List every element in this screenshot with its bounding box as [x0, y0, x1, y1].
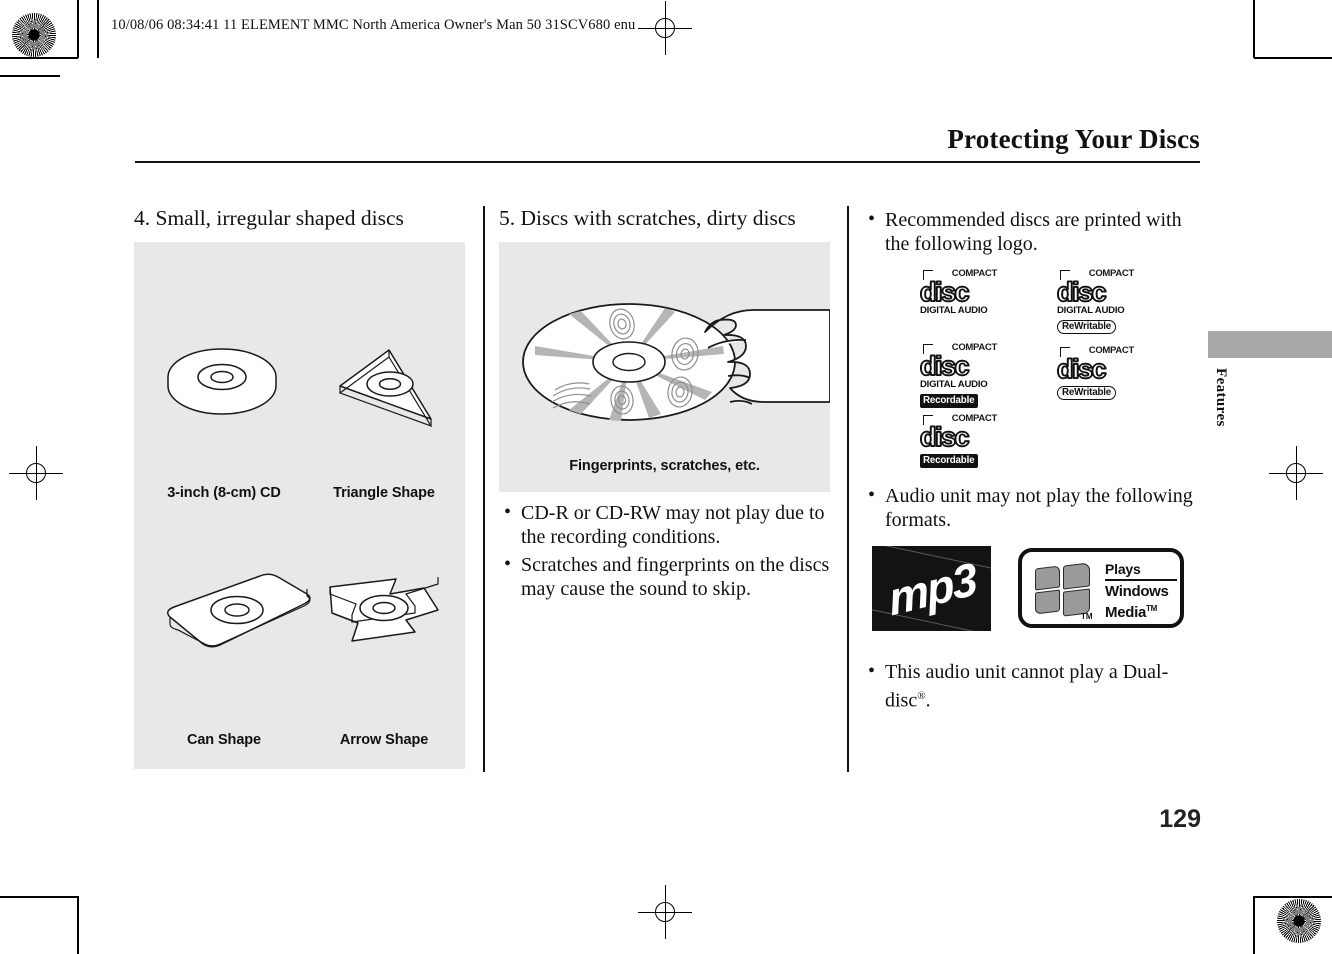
middle-column-bullets: CD-R or CD-RW may not play due to the re… — [499, 500, 831, 601]
cd-logo-compact-label: COMPACT — [1057, 269, 1135, 280]
crop-mark-tl-v — [77, 0, 79, 58]
cd-logo-digital-audio-label: DIGITAL AUDIO — [920, 379, 988, 390]
bullet-cdr-cdrw: CD-R or CD-RW may not play due to the re… — [499, 500, 831, 549]
format-logos: mp3 TM Plays Windows MediaTM — [863, 546, 1203, 638]
cd-logo-rewritable: COMPACT disc ReWritable — [1056, 346, 1135, 400]
registration-target-bottom-right — [1277, 899, 1321, 943]
bullet-recommended-logo: Recommended discs are printed with the f… — [863, 207, 1203, 256]
bullet-dualdisc-period: . — [925, 689, 931, 712]
crop-mark-tl-h2 — [0, 75, 60, 77]
wma-windows-label: Windows — [1105, 583, 1169, 601]
windows-flag-icon: TM — [1035, 562, 1093, 621]
cd-logo-compact-label: COMPACT — [1057, 346, 1135, 357]
bullet-audio-formats: Audio unit may not play the following fo… — [863, 483, 1203, 532]
cd-logo-recordable-badge: Recordable — [920, 454, 979, 468]
crop-mark-br-v — [1253, 896, 1255, 954]
cd-logo-recordable-badge: Recordable — [920, 394, 979, 408]
irregular-discs-figure: 3-inch (8-cm) CD Triangle Shape Can Shap… — [134, 242, 465, 769]
right-bullet-logo-group: Recommended discs are printed with the f… — [863, 207, 1203, 256]
middle-column-heading: 5. Discs with scratches, dirty discs — [499, 206, 796, 230]
cd-logo-compact-label: COMPACT — [920, 414, 998, 425]
cd-logo-recordable-audio: COMPACT disc DIGITAL AUDIO Recordable — [919, 343, 998, 408]
figure-caption-can: Can Shape — [186, 732, 262, 748]
wma-media-label: Media — [1105, 604, 1147, 622]
cd-logo-digital-audio-label: DIGITAL AUDIO — [920, 305, 988, 316]
registration-crosshair-top — [638, 1, 692, 55]
column-right: Recommended discs are printed with the f… — [863, 205, 1203, 717]
cd-logo-disc-word: disc — [1056, 354, 1107, 384]
cd-logo-rewritable-audio: COMPACT disc DIGITAL AUDIO ReWritable — [1056, 269, 1135, 334]
column-divider-1 — [483, 206, 485, 772]
windows-flag-tm: TM — [1081, 612, 1093, 621]
dirty-disc-figure: Fingerprints, scratches, etc. — [499, 242, 831, 492]
bullet-scratches-skip: Scratches and fingerprints on the discs … — [499, 552, 831, 601]
crop-mark-bl-h — [0, 896, 78, 898]
crop-mark-br-h — [1254, 896, 1332, 898]
crop-mark-tr-h — [1254, 57, 1332, 59]
irregular-discs-illustration — [167, 348, 439, 648]
print-header-text: 10/08/06 08:34:41 11 ELEMENT MMC North A… — [111, 17, 636, 33]
bullet-dualdisc: This audio unit cannot play a Dual-disc®… — [863, 659, 1203, 713]
crop-mark-tl-v2 — [97, 0, 99, 58]
cd-logo-digital-audio: COMPACT disc DIGITAL AUDIO — [919, 269, 998, 317]
right-bullet-formats-group: Audio unit may not play the following fo… — [863, 483, 1203, 532]
section-tab-bar — [1208, 331, 1332, 358]
registration-crosshair-left — [9, 446, 63, 500]
registration-target-top-left — [12, 13, 56, 57]
cd-logo-grid: COMPACT disc DIGITAL AUDIO COMPACT disc … — [863, 266, 1203, 468]
crop-mark-tr-v — [1253, 0, 1255, 58]
plays-windows-media-logo: TM Plays Windows MediaTM — [1018, 548, 1184, 628]
figure-caption-triangle: Triangle Shape — [333, 485, 435, 501]
mp3-logo: mp3 — [872, 546, 991, 631]
cd-logo-compact-label: COMPACT — [920, 343, 998, 354]
cd-logo-disc-word: disc — [919, 351, 970, 381]
mp3-logo-text: mp3 — [884, 551, 979, 626]
column-middle: 5. Discs with scratches, dirty discs Fin… — [499, 205, 831, 605]
right-bullet-dualdisc-group: This audio unit cannot play a Dual-disc®… — [863, 659, 1203, 713]
wma-logo-text: Plays Windows MediaTM — [1105, 561, 1179, 621]
registration-crosshair-bottom — [638, 885, 692, 939]
wma-media-line: MediaTM — [1105, 600, 1179, 621]
cd-logo-rewritable-badge: ReWritable — [1057, 320, 1116, 334]
column-left: 4. Small, irregular shaped discs 3-inch … — [134, 205, 466, 769]
cd-logo-recordable: COMPACT disc Recordable — [919, 414, 998, 468]
page-title: Protecting Your Discs — [947, 124, 1200, 154]
dirty-disc-illustration — [522, 303, 831, 421]
figure-caption-fingerprints: Fingerprints, scratches, etc. — [569, 458, 760, 474]
page-number: 129 — [1159, 805, 1201, 833]
wma-divider — [1105, 579, 1177, 582]
crop-mark-bl-v — [77, 896, 79, 954]
figure-caption-arrow: Arrow Shape — [339, 732, 429, 748]
wma-plays-label: Plays — [1105, 561, 1141, 577]
wma-media-tm: TM — [1146, 604, 1157, 614]
figure-caption-3inch-cd: 3-inch (8-cm) CD — [167, 485, 281, 501]
column-divider-2 — [847, 206, 849, 772]
cd-logo-disc-word: disc — [919, 422, 970, 452]
registration-crosshair-right — [1269, 446, 1323, 500]
section-tab-label: Features — [1213, 368, 1229, 427]
cd-logo-disc-word: disc — [1056, 277, 1107, 307]
left-column-heading: 4. Small, irregular shaped discs — [134, 206, 404, 230]
registered-trademark-symbol: ® — [917, 690, 926, 702]
cd-logo-compact-label: COMPACT — [920, 269, 998, 280]
title-divider-rule — [135, 161, 1200, 163]
cd-logo-digital-audio-label: DIGITAL AUDIO — [1057, 305, 1125, 316]
cd-logo-disc-word: disc — [919, 277, 970, 307]
crop-mark-tl-h — [0, 57, 78, 59]
cd-logo-rewritable-badge: ReWritable — [1057, 386, 1116, 400]
